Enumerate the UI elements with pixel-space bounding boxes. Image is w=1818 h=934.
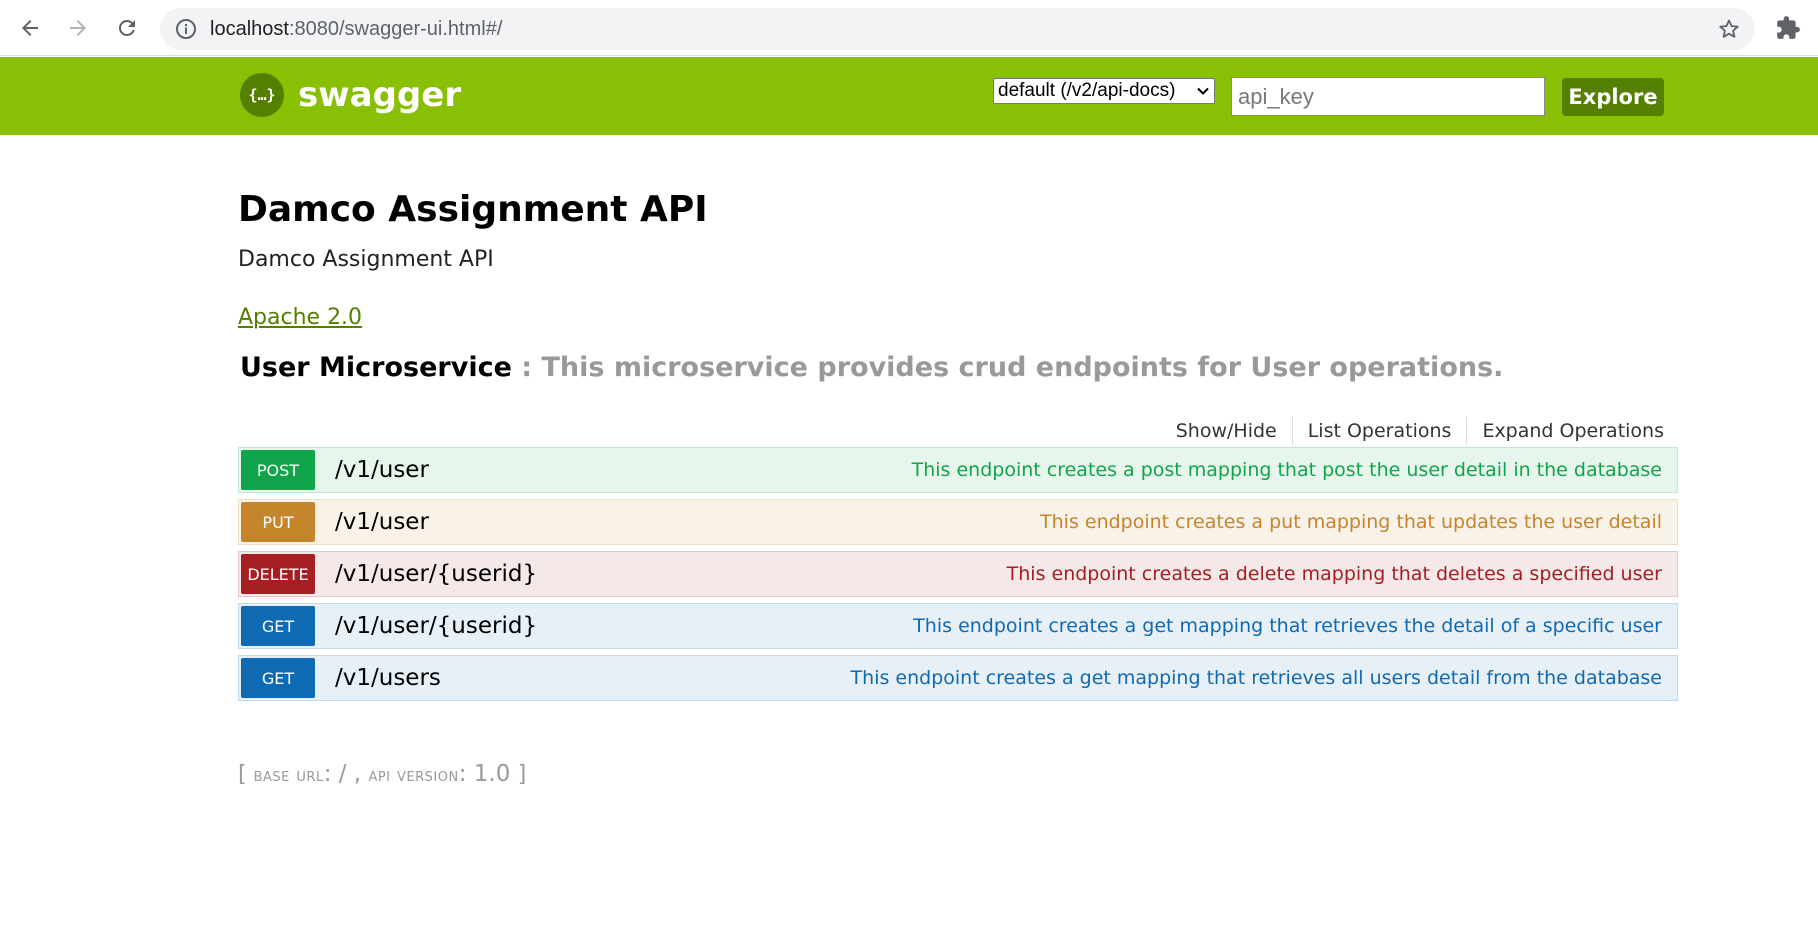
base-url-label: base url <box>253 764 324 786</box>
spec-select[interactable]: default (/v2/api-docs) <box>993 78 1215 104</box>
operations-links: Show/Hide List Operations Expand Operati… <box>1161 417 1664 445</box>
reload-button[interactable] <box>109 10 145 46</box>
arrow-right-icon <box>70 20 86 36</box>
method-badge-get[interactable]: GET <box>241 658 315 698</box>
explore-button[interactable]: Explore <box>1562 78 1664 116</box>
operation-row-delete-user[interactable]: DELETE /v1/user/{userid} This endpoint c… <box>238 551 1678 597</box>
forward-button[interactable] <box>60 10 96 46</box>
reload-icon <box>118 19 135 36</box>
star-icon[interactable] <box>1717 17 1741 41</box>
method-badge-post[interactable]: POST <box>241 450 315 490</box>
base-url-info: [ base url: / , api version: 1.0 ] <box>238 761 526 787</box>
puzzle-icon[interactable] <box>1775 15 1801 41</box>
api-title: Damco Assignment API <box>238 189 708 230</box>
browser-toolbar: localhost:8080/swagger-ui.html#/ <box>0 0 1818 56</box>
api-version-value: : 1.0 <box>458 761 518 787</box>
api-key-input[interactable] <box>1231 77 1545 116</box>
chevron-down-icon <box>1197 87 1209 95</box>
operation-summary[interactable]: This endpoint creates a put mapping that… <box>1040 500 1662 544</box>
list-operations-link[interactable]: List Operations <box>1293 417 1468 445</box>
operation-row-get-user[interactable]: GET /v1/user/{userid} This endpoint crea… <box>238 603 1678 649</box>
operation-row-post-user[interactable]: POST /v1/user This endpoint creates a po… <box>238 447 1678 493</box>
open-bracket: [ <box>238 762 254 787</box>
url-host: localhost <box>210 18 289 40</box>
base-url-value: : / , <box>323 761 369 787</box>
swagger-header: {…} swagger default (/v2/api-docs) Explo… <box>0 57 1818 135</box>
operation-path[interactable]: /v1/user/{userid} <box>335 604 537 648</box>
license-link[interactable]: Apache 2.0 <box>238 305 362 330</box>
show-hide-link[interactable]: Show/Hide <box>1161 417 1293 445</box>
operation-path[interactable]: /v1/users <box>335 656 441 700</box>
arrow-left-icon <box>22 20 38 36</box>
operation-summary[interactable]: This endpoint creates a post mapping tha… <box>912 448 1662 492</box>
operation-path[interactable]: /v1/user <box>335 448 429 492</box>
info-icon[interactable] <box>174 17 198 41</box>
operation-row-put-user[interactable]: PUT /v1/user This endpoint creates a put… <box>238 499 1678 545</box>
swagger-logo-icon: {…} <box>240 73 284 117</box>
spec-select-value: default (/v2/api-docs) <box>998 80 1176 101</box>
close-bracket: ] <box>517 762 527 787</box>
operation-summary[interactable]: This endpoint creates a get mapping that… <box>851 656 1662 700</box>
expand-operations-link[interactable]: Expand Operations <box>1467 417 1664 445</box>
operation-row-get-users[interactable]: GET /v1/users This endpoint creates a ge… <box>238 655 1678 701</box>
address-bar[interactable]: localhost:8080/swagger-ui.html#/ <box>160 8 1755 50</box>
resource-description: : This microservice provides crud endpoi… <box>511 352 1504 383</box>
method-badge-put[interactable]: PUT <box>241 502 315 542</box>
api-version-label: api version <box>368 764 459 786</box>
url-path: :8080/swagger-ui.html#/ <box>288 18 503 40</box>
method-badge-get[interactable]: GET <box>241 606 315 646</box>
logo-glyph: {…} <box>248 86 276 104</box>
swagger-logo-text[interactable]: swagger <box>298 75 461 115</box>
back-button[interactable] <box>12 10 48 46</box>
operation-summary[interactable]: This endpoint creates a delete mapping t… <box>1007 552 1662 596</box>
resource-name[interactable]: User Microservice <box>240 352 512 383</box>
method-badge-delete[interactable]: DELETE <box>241 554 315 594</box>
resource-heading: User Microservice : This microservice pr… <box>240 352 1503 383</box>
api-description: Damco Assignment API <box>238 247 494 272</box>
operation-path[interactable]: /v1/user <box>335 500 429 544</box>
operation-summary[interactable]: This endpoint creates a get mapping that… <box>913 604 1662 648</box>
operation-path[interactable]: /v1/user/{userid} <box>335 552 537 596</box>
url-text[interactable]: localhost:8080/swagger-ui.html#/ <box>210 8 502 50</box>
